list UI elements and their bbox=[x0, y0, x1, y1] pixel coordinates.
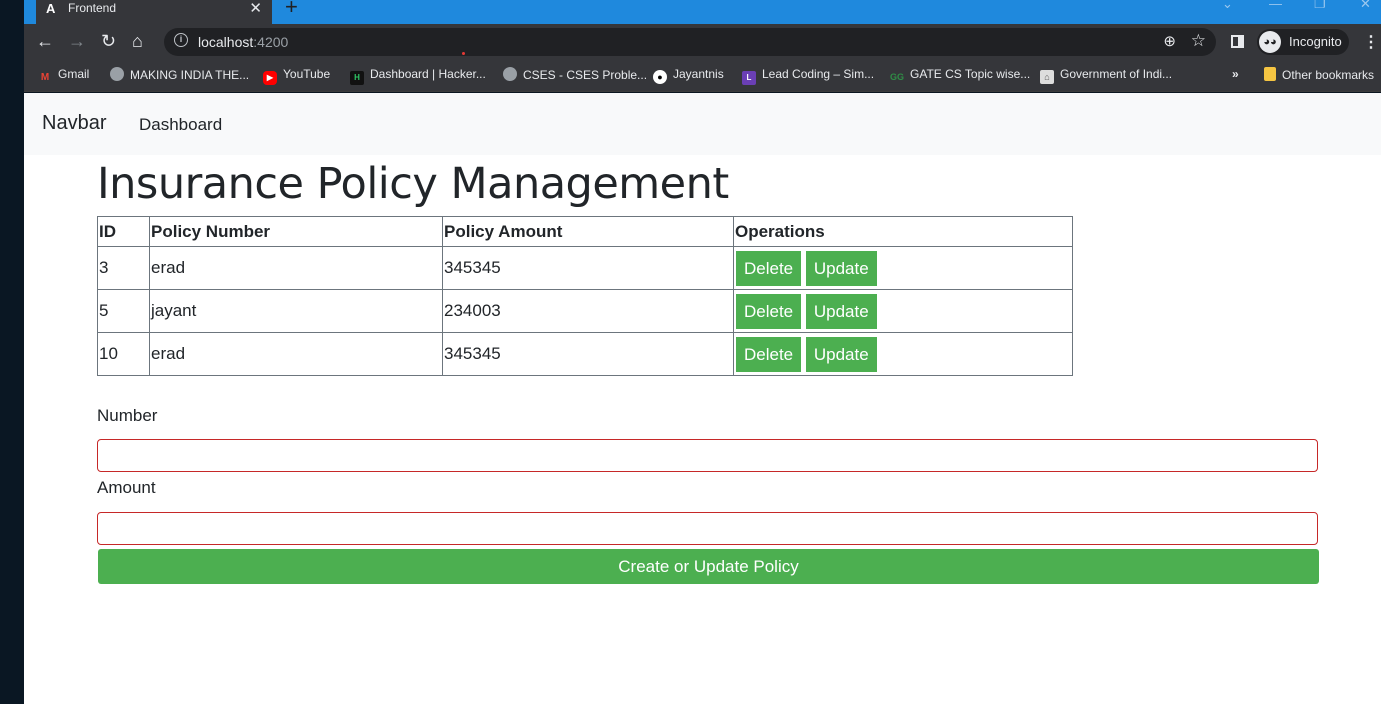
hackerrank-icon: H bbox=[350, 71, 364, 85]
tab-title: Frontend bbox=[68, 1, 117, 15]
restore-icon[interactable]: ❐ bbox=[1314, 0, 1326, 12]
bookmark-label: Government of Indi... bbox=[1060, 67, 1173, 81]
bookmark-government[interactable]: ⌂ Government of Indi... bbox=[1040, 67, 1172, 84]
bookmark-github[interactable]: ● Jayantnis bbox=[653, 67, 724, 84]
cell-policy-amount: 345345 bbox=[442, 246, 734, 290]
cell-policy-number: erad bbox=[149, 332, 443, 376]
page-title: Insurance Policy Management bbox=[97, 159, 729, 209]
incognito-label: Incognito bbox=[1289, 34, 1342, 49]
desktop-background bbox=[0, 0, 24, 704]
bookmark-label: Lead Coding – Sim... bbox=[762, 67, 875, 81]
github-icon: ● bbox=[653, 70, 667, 84]
url-host: localhost bbox=[198, 34, 254, 50]
geeksforgeeks-icon: GG bbox=[890, 72, 905, 82]
number-label: Number bbox=[97, 406, 158, 425]
cell-operations: Delete Update bbox=[733, 289, 1073, 333]
bookmark-label: Dashboard | Hacker... bbox=[370, 67, 486, 81]
new-tab-button[interactable]: + bbox=[285, 0, 298, 20]
youtube-icon: ▶ bbox=[263, 71, 277, 85]
browser-tab[interactable]: A Frontend ✕ bbox=[36, 0, 272, 24]
tab-search-icon[interactable]: ⌄ bbox=[1222, 0, 1233, 12]
web-page: Navbar Dashboard Insurance Policy Manage… bbox=[24, 93, 1381, 704]
bookmark-label: YouTube bbox=[283, 67, 331, 81]
incognito-profile-button[interactable]: ◕◕ Incognito bbox=[1257, 29, 1349, 55]
tab-close-icon[interactable]: ✕ bbox=[249, 0, 262, 17]
url-text: localhost:4200 bbox=[198, 34, 288, 50]
bookmark-star-icon[interactable]: ☆ bbox=[1191, 31, 1206, 51]
table-row: 5 jayant 234003 Delete Update bbox=[97, 289, 1073, 333]
bookmark-label: Gmail bbox=[58, 67, 90, 81]
cell-policy-number: jayant bbox=[149, 289, 443, 333]
side-panel-icon[interactable] bbox=[1231, 35, 1244, 48]
folder-icon bbox=[1264, 67, 1276, 81]
delete-button[interactable]: Delete bbox=[736, 336, 802, 372]
cell-policy-amount: 345345 bbox=[442, 332, 734, 376]
browser-menu-icon[interactable]: ⋮ bbox=[1363, 32, 1379, 52]
bookmarks-overflow-button[interactable]: » bbox=[1232, 67, 1239, 81]
bookmark-hackerrank[interactable]: H Dashboard | Hacker... bbox=[350, 67, 486, 85]
amount-label: Amount bbox=[97, 478, 156, 497]
bookmark-label: Jayantnis bbox=[673, 67, 724, 81]
home-icon[interactable]: ⌂ bbox=[132, 31, 143, 51]
cell-operations: Delete Update bbox=[733, 332, 1073, 376]
incognito-icon: ◕◕ bbox=[1259, 31, 1281, 53]
column-header-policy-amount: Policy Amount bbox=[442, 216, 734, 247]
zoom-icon[interactable]: ⊕ bbox=[1163, 32, 1176, 50]
globe-icon bbox=[110, 67, 124, 81]
bookmarks-bar: M Gmail MAKING INDIA THE... ▶ YouTube H Das… bbox=[24, 60, 1381, 92]
cell-id: 5 bbox=[97, 289, 150, 333]
forward-icon[interactable]: → bbox=[68, 31, 86, 51]
emblem-icon: ⌂ bbox=[1040, 70, 1054, 84]
cell-operations: Delete Update bbox=[733, 246, 1073, 290]
navbar: Navbar Dashboard bbox=[24, 93, 1381, 155]
browser-window: A Frontend ✕ + ⌄ — ❐ ✕ ← → ↻ ⌂ i localho… bbox=[24, 0, 1381, 704]
reload-icon[interactable]: ↻ bbox=[101, 31, 116, 51]
angular-favicon-icon: A bbox=[46, 1, 56, 16]
back-icon[interactable]: ← bbox=[36, 31, 54, 51]
other-bookmarks[interactable]: Other bookmarks bbox=[1264, 67, 1374, 82]
update-button[interactable]: Update bbox=[805, 250, 877, 286]
url-port: :4200 bbox=[253, 34, 289, 50]
site-info-icon[interactable]: i bbox=[174, 33, 188, 47]
amount-input[interactable] bbox=[97, 512, 1318, 545]
update-button[interactable]: Update bbox=[805, 336, 877, 372]
create-or-update-policy-button[interactable]: Create or Update Policy bbox=[98, 549, 1319, 584]
update-button[interactable]: Update bbox=[805, 293, 877, 329]
bookmark-making-india[interactable]: MAKING INDIA THE... bbox=[110, 67, 249, 82]
table-row: 3 erad 345345 Delete Update bbox=[97, 246, 1073, 290]
number-input[interactable] bbox=[97, 439, 1318, 472]
minimize-icon[interactable]: — bbox=[1269, 0, 1282, 11]
bookmark-lead-coding[interactable]: L Lead Coding – Sim... bbox=[742, 67, 874, 85]
bookmark-label: CSES - CSES Proble... bbox=[523, 68, 648, 82]
cell-id: 10 bbox=[97, 332, 150, 376]
bookmark-cses[interactable]: CSES - CSES Proble... bbox=[503, 67, 647, 82]
bookmark-gate-cs[interactable]: GG GATE CS Topic wise... bbox=[890, 67, 1030, 84]
column-header-policy-number: Policy Number bbox=[149, 216, 443, 247]
table-header-row: ID Policy Number Policy Amount Operation… bbox=[97, 216, 1073, 247]
nav-link-dashboard[interactable]: Dashboard bbox=[139, 115, 222, 135]
browser-toolbar: ← → ↻ ⌂ i localhost:4200 ⊕ ☆ ◕◕ Incognit… bbox=[24, 24, 1381, 60]
globe-icon bbox=[503, 67, 517, 81]
bookmark-label: GATE CS Topic wise... bbox=[910, 67, 1031, 81]
other-bookmarks-label: Other bookmarks bbox=[1282, 68, 1375, 82]
bookmark-youtube[interactable]: ▶ YouTube bbox=[263, 67, 330, 85]
leadcoding-icon: L bbox=[742, 71, 756, 85]
window-close-icon[interactable]: ✕ bbox=[1360, 0, 1371, 12]
policy-table: ID Policy Number Policy Amount Operation… bbox=[97, 216, 1073, 376]
navbar-brand[interactable]: Navbar bbox=[42, 112, 106, 135]
bookmark-label: MAKING INDIA THE... bbox=[130, 68, 250, 82]
tab-strip: A Frontend ✕ + ⌄ — ❐ ✕ bbox=[24, 0, 1381, 24]
delete-button[interactable]: Delete bbox=[736, 250, 802, 286]
column-header-id: ID bbox=[97, 216, 150, 247]
gmail-icon: M bbox=[40, 72, 50, 83]
cell-policy-amount: 234003 bbox=[442, 289, 734, 333]
column-header-operations: Operations bbox=[733, 216, 1073, 247]
delete-button[interactable]: Delete bbox=[736, 293, 802, 329]
cell-id: 3 bbox=[97, 246, 150, 290]
loading-indicator bbox=[462, 52, 465, 55]
address-bar[interactable]: i localhost:4200 ⊕ ☆ bbox=[164, 28, 1216, 56]
cell-policy-number: erad bbox=[149, 246, 443, 290]
bookmark-gmail[interactable]: M Gmail bbox=[38, 67, 90, 85]
table-row: 10 erad 345345 Delete Update bbox=[97, 332, 1073, 376]
